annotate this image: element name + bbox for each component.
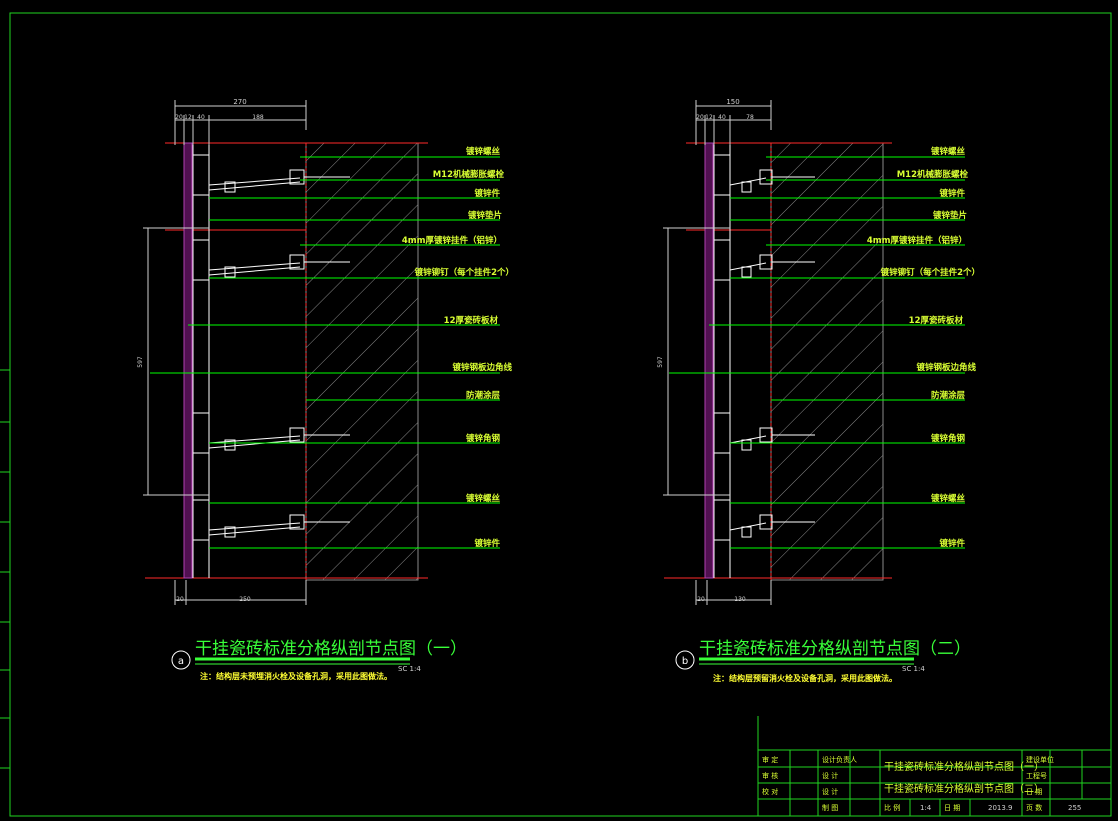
tb-drawing-name-1: 干挂瓷砖标准分格纵剖节点图（一） [884,760,1044,773]
detail-title-b: 干挂瓷砖标准分格纵剖节点图（二） [699,639,971,659]
label-b-3: 镀锌件 [939,188,965,199]
dim-sub-b-4: 78 [746,114,754,121]
tb-date-value: 2013.9 [988,804,1013,812]
dim-bottom-a-1: 20 [176,596,184,603]
detail-note-b: 注：结构层预留消火栓及设备孔洞，采用此图做法。 [713,673,897,683]
label-b-6: 镀锌铆钉（每个挂件2个） [881,267,980,278]
label-a-7: 12厚瓷砖板材 [444,315,499,326]
dim-sub-b-3: 40 [718,114,726,121]
label-a-9: 防潮涂层 [466,390,501,401]
tb-role-3: 校 对 [762,787,778,796]
dim-sub-a-4: 188 [252,114,264,121]
label-b-11: 镀锌螺丝 [931,493,966,504]
label-b-8: 镀锌钢板边角线 [916,362,976,373]
tb-designer-1: 设计负责人 [822,755,857,764]
label-a-6: 镀锌铆钉（每个挂件2个） [415,267,514,278]
tb-sheet-value: 255 [1068,804,1081,812]
dim-side-b: 597 [657,356,664,368]
label-b-2: M12机械膨胀螺栓 [897,169,969,180]
tb-drawing-name-2: 干挂瓷砖标准分格纵剖节点图（二） [884,782,1044,795]
tb-designer-3: 设 计 [822,787,838,796]
tb-scale-value: 1:4 [920,804,932,812]
text-layer: 270 20 12 40 188 20 250 597 150 20 12 40… [137,98,1081,812]
dim-sub-a-3: 40 [197,114,205,121]
dim-top-b: 150 [726,98,739,106]
tb-sheet-label: 页 数 [1026,803,1042,812]
label-a-4: 镀锌垫片 [468,210,502,221]
tb-project-label: 工程号 [1026,771,1047,780]
dim-top-a: 270 [233,98,246,106]
dim-sub-a-2: 12 [184,114,192,121]
title-block-text: 审 定 审 核 校 对 设计负责人 设 计 设 计 制 图 干挂瓷砖标准分格纵剖… [762,755,1081,812]
dim-side-a: 597 [137,356,144,368]
label-b-12: 镀锌件 [939,538,965,549]
detail-title-a: 干挂瓷砖标准分格纵剖节点图（一） [195,639,467,659]
tb-scale-label: 比 例 [884,803,900,812]
detail-id-a: a [178,656,184,667]
dim-sub-b-1: 20 [696,114,704,121]
dim-bottom-a-2: 250 [239,596,251,603]
labels-b: 镀锌螺丝 M12机械膨胀螺栓 镀锌件 镀锌垫片 4mm厚镀锌挂件（铝锌） 镀锌铆… [867,146,980,549]
tb-role-2: 审 核 [762,771,778,780]
detail-scale-a: SC 1:4 [398,665,421,673]
label-a-11: 镀锌螺丝 [466,493,501,504]
tb-designer-4: 制 图 [822,803,838,812]
dim-bottom-b-1: 20 [697,596,705,603]
label-b-10: 镀锌角钢 [931,433,966,444]
tb-designer-2: 设 计 [822,771,838,780]
label-a-3: 镀锌件 [474,188,500,199]
label-a-12: 镀锌件 [474,538,500,549]
label-b-4: 镀锌垫片 [933,210,967,221]
dim-bottom-b-2: 130 [734,596,746,603]
detail-scale-b: SC 1:4 [902,665,925,673]
detail-note-a: 注：结构层未预埋消火栓及设备孔洞，采用此图做法。 [200,671,392,681]
labels-a: 镀锌螺丝 M12机械膨胀螺栓 镀锌件 镀锌垫片 4mm厚镀锌挂件（铝锌） 镀锌铆… [402,146,514,549]
label-b-1: 镀锌螺丝 [931,146,966,157]
tb-role-1: 审 定 [762,755,778,764]
tb-date-label: 日 期 [1026,788,1042,796]
label-a-5: 4mm厚镀锌挂件（铝锌） [402,235,502,246]
label-b-9: 防潮涂层 [931,390,966,401]
dim-sub-a-1: 20 [175,114,183,121]
tb-date2-label: 日 期 [944,804,960,812]
label-b-7: 12厚瓷砖板材 [909,315,964,326]
label-b-5: 4mm厚镀锌挂件（铝锌） [867,235,967,246]
tb-company-label: 建设单位 [1026,755,1054,764]
dim-sub-b-2: 12 [705,114,713,121]
label-a-10: 镀锌角钢 [466,433,501,444]
label-a-1: 镀锌螺丝 [466,146,501,157]
label-a-8: 镀锌钢板边角线 [452,362,512,373]
label-a-2: M12机械膨胀螺栓 [433,169,505,180]
detail-id-b: b [682,656,688,667]
